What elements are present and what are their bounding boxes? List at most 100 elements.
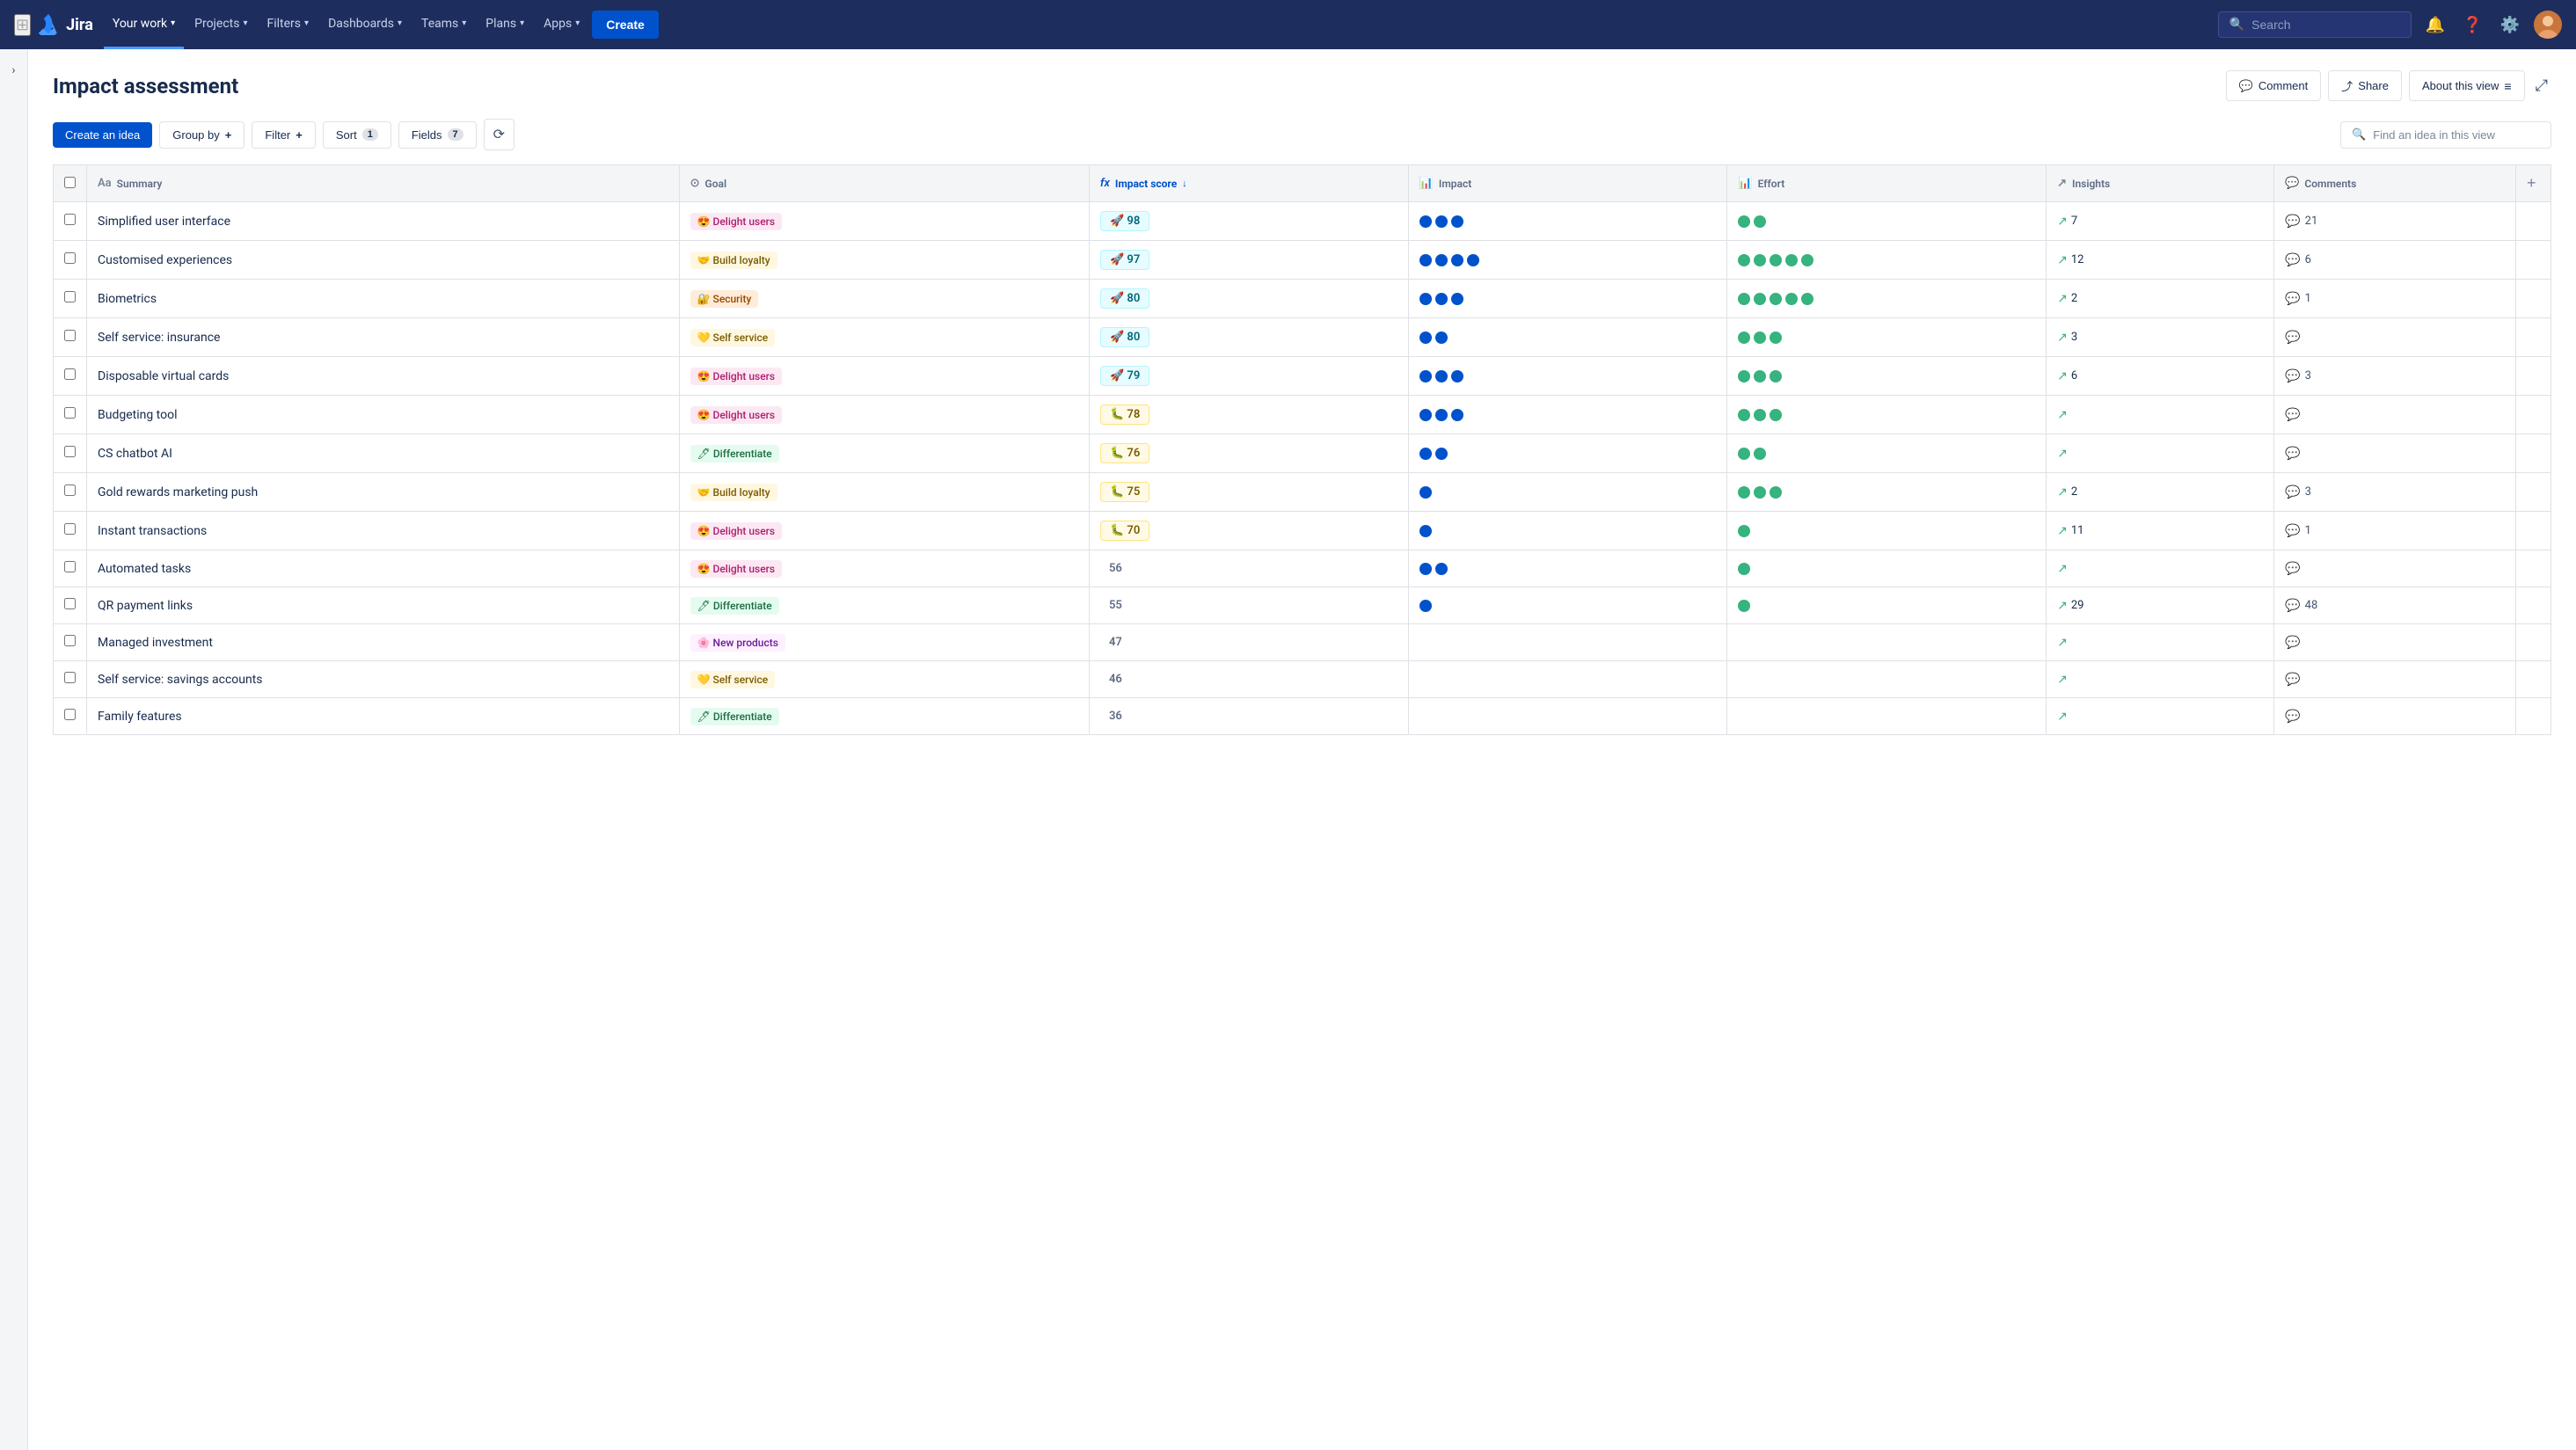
search-input[interactable] [2251, 18, 2400, 32]
dot [1738, 525, 1750, 537]
comment-icon: 💬 [2285, 292, 2300, 306]
select-all-checkbox[interactable] [64, 177, 76, 188]
row-effort-cell [1727, 357, 2047, 396]
add-column-button[interactable]: + [2527, 174, 2536, 193]
create-idea-button[interactable]: Create an idea [53, 122, 152, 148]
row-checkbox[interactable] [64, 485, 76, 496]
row-checkbox-cell[interactable] [54, 318, 87, 357]
create-button[interactable]: Create [592, 11, 659, 39]
row-checkbox-cell[interactable] [54, 396, 87, 434]
dot [1419, 409, 1432, 421]
goal-tag[interactable]: 😍 Delight users [690, 213, 782, 230]
row-checkbox-cell[interactable] [54, 202, 87, 241]
row-effort-cell [1727, 624, 2047, 661]
row-checkbox-cell[interactable] [54, 357, 87, 396]
group-by-button[interactable]: Group by + [159, 121, 244, 149]
row-checkbox[interactable] [64, 523, 76, 535]
nav-link-filters[interactable]: Filters▾ [259, 0, 318, 49]
row-checkbox[interactable] [64, 635, 76, 646]
row-checkbox[interactable] [64, 709, 76, 720]
score-value: 56 [1100, 559, 1131, 578]
goal-tag[interactable]: 😍 Delight users [690, 560, 782, 578]
goal-tag[interactable]: 🤝 Build loyalty [690, 251, 777, 269]
row-insights-cell: ↗ 6 [2047, 357, 2274, 396]
goal-tag[interactable]: 🔐 Security [690, 290, 759, 308]
row-impact-cell [1408, 512, 1727, 550]
dot [1451, 409, 1463, 421]
row-checkbox-cell[interactable] [54, 241, 87, 280]
row-checkbox[interactable] [64, 368, 76, 380]
trend-icon: ↗ [2057, 369, 2068, 383]
goal-tag[interactable]: 🌸 New products [690, 634, 785, 652]
goal-tag[interactable]: 😍 Delight users [690, 522, 782, 540]
dot [1754, 409, 1766, 421]
nav-links: Your work▾Projects▾Filters▾Dashboards▾Te… [104, 0, 588, 49]
comment-button[interactable]: 💬 Comment [2226, 70, 2322, 101]
comment-icon: 💬 [2285, 369, 2300, 383]
goal-tag[interactable]: 🖊 Differentiate [690, 708, 779, 725]
goal-tag[interactable]: 💛 Self service [690, 329, 776, 346]
notifications-icon[interactable]: 🔔 [2422, 12, 2448, 38]
row-goal-cell: 😍 Delight users [679, 396, 1089, 434]
header-add-col[interactable]: + [2516, 165, 2551, 202]
goal-tag[interactable]: 😍 Delight users [690, 368, 782, 385]
row-insights-cell: ↗ 29 [2047, 587, 2274, 624]
row-checkbox-cell[interactable] [54, 550, 87, 587]
header-score-col[interactable]: fx Impact score ↓ [1089, 165, 1408, 202]
row-checkbox[interactable] [64, 446, 76, 457]
nav-link-plans[interactable]: Plans▾ [477, 0, 533, 49]
row-checkbox[interactable] [64, 672, 76, 683]
row-checkbox-cell[interactable] [54, 661, 87, 698]
find-input-container[interactable]: 🔍 [2340, 121, 2551, 149]
row-checkbox[interactable] [64, 598, 76, 609]
row-checkbox-cell[interactable] [54, 698, 87, 735]
sort-button[interactable]: Sort 1 [323, 121, 391, 149]
nav-link-apps[interactable]: Apps▾ [535, 0, 588, 49]
comment-icon: 💬 [2285, 524, 2300, 538]
goal-tag[interactable]: 💛 Self service [690, 671, 776, 689]
row-summary-cell: Gold rewards marketing push [87, 473, 680, 512]
help-icon[interactable]: ❓ [2459, 12, 2485, 38]
row-checkbox[interactable] [64, 214, 76, 225]
trend-icon: ↗ [2057, 253, 2068, 267]
row-checkbox[interactable] [64, 291, 76, 302]
settings-icon[interactable]: ⚙️ [2497, 12, 2523, 38]
dot [1738, 486, 1750, 499]
grid-icon[interactable]: ⊞ [14, 14, 31, 36]
row-checkbox[interactable] [64, 561, 76, 572]
goal-tag[interactable]: 🤝 Build loyalty [690, 484, 777, 501]
row-checkbox-cell[interactable] [54, 434, 87, 473]
row-checkbox-cell[interactable] [54, 473, 87, 512]
logo-area[interactable]: Jira [38, 14, 93, 35]
row-checkbox[interactable] [64, 330, 76, 341]
nav-link-projects[interactable]: Projects▾ [186, 0, 256, 49]
row-summary-cell: Self service: insurance [87, 318, 680, 357]
refresh-button[interactable]: ⟳ [484, 119, 514, 150]
filter-button[interactable]: Filter + [252, 121, 315, 149]
share-button[interactable]: ⤴ Share [2328, 70, 2402, 101]
fields-button[interactable]: Fields 7 [398, 121, 477, 149]
row-checkbox-cell[interactable] [54, 512, 87, 550]
nav-link-dashboards[interactable]: Dashboards▾ [319, 0, 411, 49]
expand-button[interactable]: ⤢ [2532, 70, 2551, 101]
search-box[interactable]: 🔍 [2218, 11, 2412, 38]
row-checkbox-cell[interactable] [54, 624, 87, 661]
goal-tag[interactable]: 😍 Delight users [690, 406, 782, 424]
row-checkbox[interactable] [64, 407, 76, 419]
row-checkbox-cell[interactable] [54, 587, 87, 624]
find-input[interactable] [2373, 128, 2540, 142]
row-checkbox-cell[interactable] [54, 280, 87, 318]
goal-tag[interactable]: 🖊 Differentiate [690, 597, 779, 615]
row-checkbox[interactable] [64, 252, 76, 264]
about-view-button[interactable]: About this view ≡ [2409, 70, 2525, 101]
row-impact-cell [1408, 587, 1727, 624]
nav-link-your-work[interactable]: Your work▾ [104, 0, 184, 49]
row-insights-cell: ↗ 3 [2047, 318, 2274, 357]
chevron-icon: ▾ [520, 18, 524, 28]
nav-link-teams[interactable]: Teams▾ [412, 0, 475, 49]
avatar[interactable] [2534, 11, 2562, 39]
row-summary-text: CS chatbot AI [98, 447, 172, 461]
row-comments-cell: 💬 21 [2274, 202, 2516, 241]
sidebar-toggle[interactable]: › [0, 49, 28, 1450]
goal-tag[interactable]: 🖊 Differentiate [690, 445, 779, 463]
